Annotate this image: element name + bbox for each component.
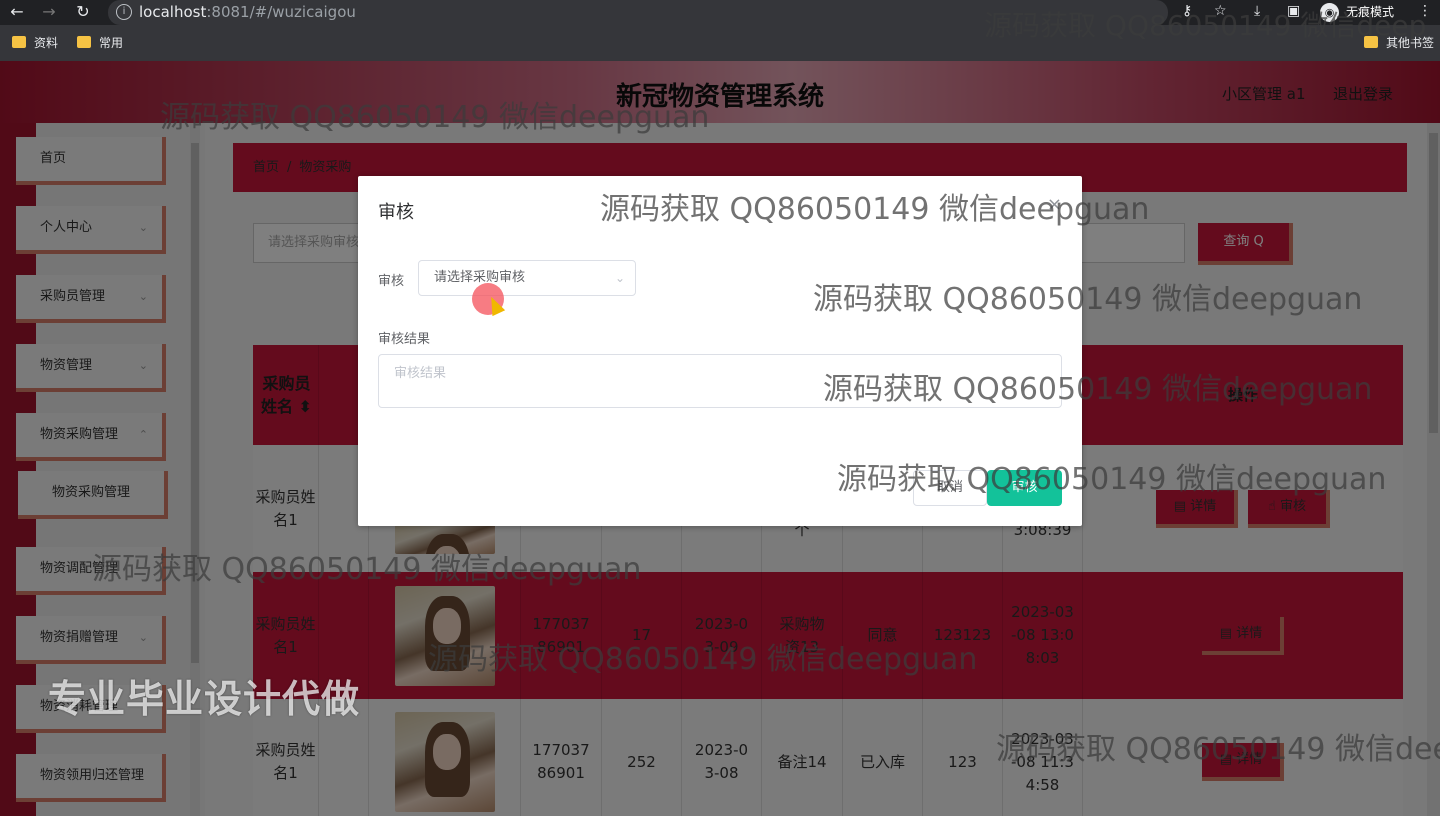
bookmark-folder[interactable]: 常用 (77, 36, 123, 50)
incognito-icon: ◉ (1320, 3, 1339, 22)
incognito-label: 无痕模式 (1346, 5, 1395, 19)
browser-toolbar: ← → ↻ i localhost:8081/#/wuzicaigou ⚷ ☆ … (0, 0, 1440, 25)
chevron-down-icon: ⌄ (614, 271, 625, 285)
site-info-icon[interactable]: i (116, 4, 132, 20)
close-icon[interactable]: × (1047, 194, 1062, 215)
confirm-audit-button[interactable]: 审核 (987, 470, 1062, 506)
audit-result-label: 审核结果 (378, 332, 431, 347)
incognito-indicator[interactable]: ◉ 无痕模式 (1316, 2, 1400, 23)
bookmark-label: 常用 (99, 36, 124, 50)
sidepanel-icon[interactable]: ▣ (1287, 3, 1300, 19)
download-icon[interactable]: ⤓ (1254, 3, 1260, 19)
reload-icon[interactable]: ↻ (72, 2, 94, 22)
audit-select-label: 审核 (378, 274, 405, 289)
address-bar[interactable]: i localhost:8081/#/wuzicaigou (108, 0, 1168, 25)
url-path: :8081/#/wuzicaigou (206, 3, 356, 21)
menu-icon[interactable]: ⋮ (1418, 3, 1432, 19)
star-icon[interactable]: ☆ (1214, 3, 1227, 19)
bookmark-folder[interactable]: 其他书签 (1364, 36, 1434, 50)
bookmark-label: 其他书签 (1386, 36, 1435, 50)
cancel-button[interactable]: 取消 (913, 470, 987, 506)
forward-icon[interactable]: → (38, 2, 60, 22)
promo-watermark: 专业毕业设计代做 (48, 677, 361, 721)
folder-icon (1364, 36, 1378, 48)
url-host: localhost (139, 3, 207, 21)
back-icon[interactable]: ← (6, 2, 28, 22)
audit-result-textarea[interactable]: 审核结果 (378, 354, 1062, 408)
folder-icon (77, 36, 91, 48)
bookmark-label: 资料 (34, 36, 59, 50)
key-icon[interactable]: ⚷ (1182, 3, 1192, 19)
bookmarks-bar: 资料 常用 其他书签 (0, 25, 1440, 61)
dialog-title: 审核 (378, 202, 414, 223)
folder-icon (12, 36, 26, 48)
bookmark-folder[interactable]: 资料 (12, 36, 58, 50)
audit-select[interactable]: 请选择采购审核 ⌄ (418, 260, 636, 296)
audit-select-placeholder: 请选择采购审核 (434, 270, 526, 285)
audit-dialog: 审核 × 审核 请选择采购审核 ⌄ 审核结果 审核结果 取消 审核 (358, 176, 1082, 526)
